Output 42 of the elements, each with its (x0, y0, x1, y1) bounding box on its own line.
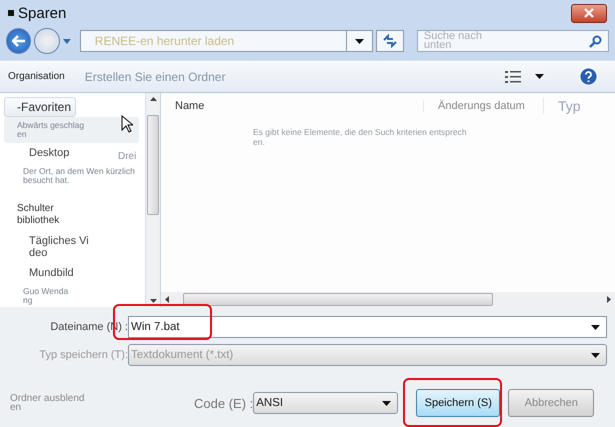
scroll-right-icon[interactable] (607, 296, 611, 303)
scroll-up-icon[interactable] (150, 97, 156, 101)
sidebar-description: Abwärts geschlag en (4, 117, 139, 143)
scroll-down-icon[interactable] (150, 299, 156, 303)
view-list-icon[interactable] (505, 70, 521, 82)
close-button[interactable] (571, 4, 607, 22)
encoding-label: Code (E) : (194, 396, 254, 410)
vertical-scrollbar[interactable] (145, 93, 160, 307)
search-icon (588, 34, 602, 48)
organize-menu[interactable]: Organisation (8, 71, 65, 82)
sidebar-description: Guo Wenda ng (22, 285, 70, 307)
sidebar-item[interactable]: Mundbild (4, 263, 79, 283)
help-icon[interactable] (580, 68, 597, 85)
mouse-cursor-icon (121, 115, 133, 133)
window-title: Sparen (18, 4, 66, 22)
sidebar-description: Der Ort, an dem Wen kürzlich besucht hat. (22, 165, 136, 187)
column-header[interactable]: Name (161, 100, 423, 112)
forward-button[interactable] (34, 28, 60, 54)
file-type-label: Typ speichern (T): (38, 349, 128, 361)
window-icon (8, 10, 14, 16)
filename-field[interactable]: Win 7.bat (128, 316, 607, 338)
horizontal-scrollbar[interactable] (161, 292, 615, 307)
save-button[interactable]: Speichern (S) (416, 389, 500, 417)
caret-icon (591, 324, 600, 330)
dropdown-caret-icon[interactable] (62, 38, 71, 44)
sidebar-item[interactable]: Desktop (4, 143, 74, 163)
sidebar-text: Drei (118, 151, 136, 162)
caret-icon (382, 400, 392, 406)
refresh-arrows-icon (382, 34, 398, 48)
caret-icon (535, 74, 544, 79)
caret-icon (355, 38, 364, 44)
refresh-button[interactable] (376, 30, 404, 52)
sidebar-item[interactable]: Tägliches Vi deo (4, 231, 94, 263)
empty-folder-message: Es gibt keine Elemente, die den Such kriterien entsprech en. (253, 127, 467, 147)
encoding-dropdown[interactable]: ANSI (253, 392, 398, 414)
close-icon (584, 8, 594, 18)
scroll-left-icon[interactable] (165, 296, 169, 303)
sidebar-item[interactable]: -Favoriten (4, 97, 76, 117)
back-arrow-icon (12, 35, 26, 47)
back-button[interactable] (6, 28, 32, 54)
sidebar-item[interactable]: Schulter bibliothek (4, 199, 64, 231)
caret-icon (591, 352, 600, 358)
